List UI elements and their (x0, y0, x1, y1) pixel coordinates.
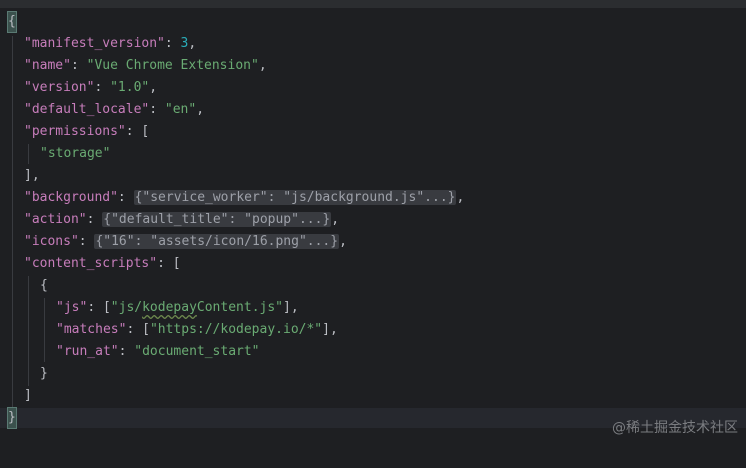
code-line[interactable]: "version": "1.0", (0, 78, 746, 98)
json-array-item: "storage" (40, 146, 111, 161)
folded-region[interactable]: {"16": "assets/icon/16.png"...} (94, 234, 340, 249)
json-key: "background" (24, 190, 118, 205)
code-line[interactable]: ], (0, 166, 746, 186)
code-line[interactable]: } (0, 364, 746, 384)
json-value: "1.0" (110, 80, 150, 95)
code-line[interactable]: "default_locale": "en", (0, 100, 746, 120)
code-line[interactable]: "manifest_version": 3, (0, 34, 746, 54)
json-value: "https://kodepay.io/*" (149, 322, 323, 337)
json-key: "js" (56, 300, 88, 315)
json-key: "version" (24, 80, 95, 95)
json-key: "default_locale" (24, 102, 150, 117)
editor-top-border (0, 0, 746, 8)
code-line[interactable]: "content_scripts": [ (0, 254, 746, 274)
code-line[interactable]: "permissions": [ (0, 122, 746, 142)
code-line[interactable]: "name": "Vue Chrome Extension", (0, 56, 746, 76)
json-key: "icons" (24, 234, 79, 249)
code-line[interactable]: { (0, 11, 746, 33)
json-key: "content_scripts" (24, 256, 158, 271)
json-key: "matches" (56, 322, 127, 337)
json-key: "run_at" (56, 344, 119, 359)
folded-region[interactable]: {"service_worker": "js/background.js"...… (133, 190, 457, 205)
spellcheck-word: kodepay (142, 300, 197, 315)
code-line[interactable]: "icons": {"16": "assets/icon/16.png"...}… (0, 232, 746, 252)
code-line[interactable]: { (0, 276, 746, 296)
json-key: "name" (24, 58, 71, 73)
code-line[interactable]: "matches": ["https://kodepay.io/*"], (0, 320, 746, 340)
json-value: "document_start" (134, 344, 260, 359)
code-line[interactable]: "action": {"default_title": "popup"...}, (0, 210, 746, 230)
code-line[interactable]: "background": {"service_worker": "js/bac… (0, 188, 746, 208)
code-line[interactable]: "storage" (0, 144, 746, 164)
json-key: "manifest_version" (24, 36, 165, 51)
code-line[interactable]: "js": ["js/kodepayContent.js"], (0, 298, 746, 318)
close-brace: } (7, 407, 17, 429)
json-value: "en" (164, 102, 197, 117)
folded-region[interactable]: {"default_title": "popup"...} (102, 212, 332, 227)
json-key: "action" (24, 212, 87, 227)
open-brace: { (7, 11, 17, 33)
json-key: "permissions" (24, 124, 126, 139)
json-value: "Vue Chrome Extension" (86, 58, 259, 73)
code-line[interactable]: "run_at": "document_start" (0, 342, 746, 362)
watermark: @稀土掘金技术社区 (612, 420, 738, 436)
code-editor[interactable]: { "manifest_version": 3, "name": "Vue Ch… (0, 8, 746, 443)
code-line[interactable]: ] (0, 386, 746, 406)
